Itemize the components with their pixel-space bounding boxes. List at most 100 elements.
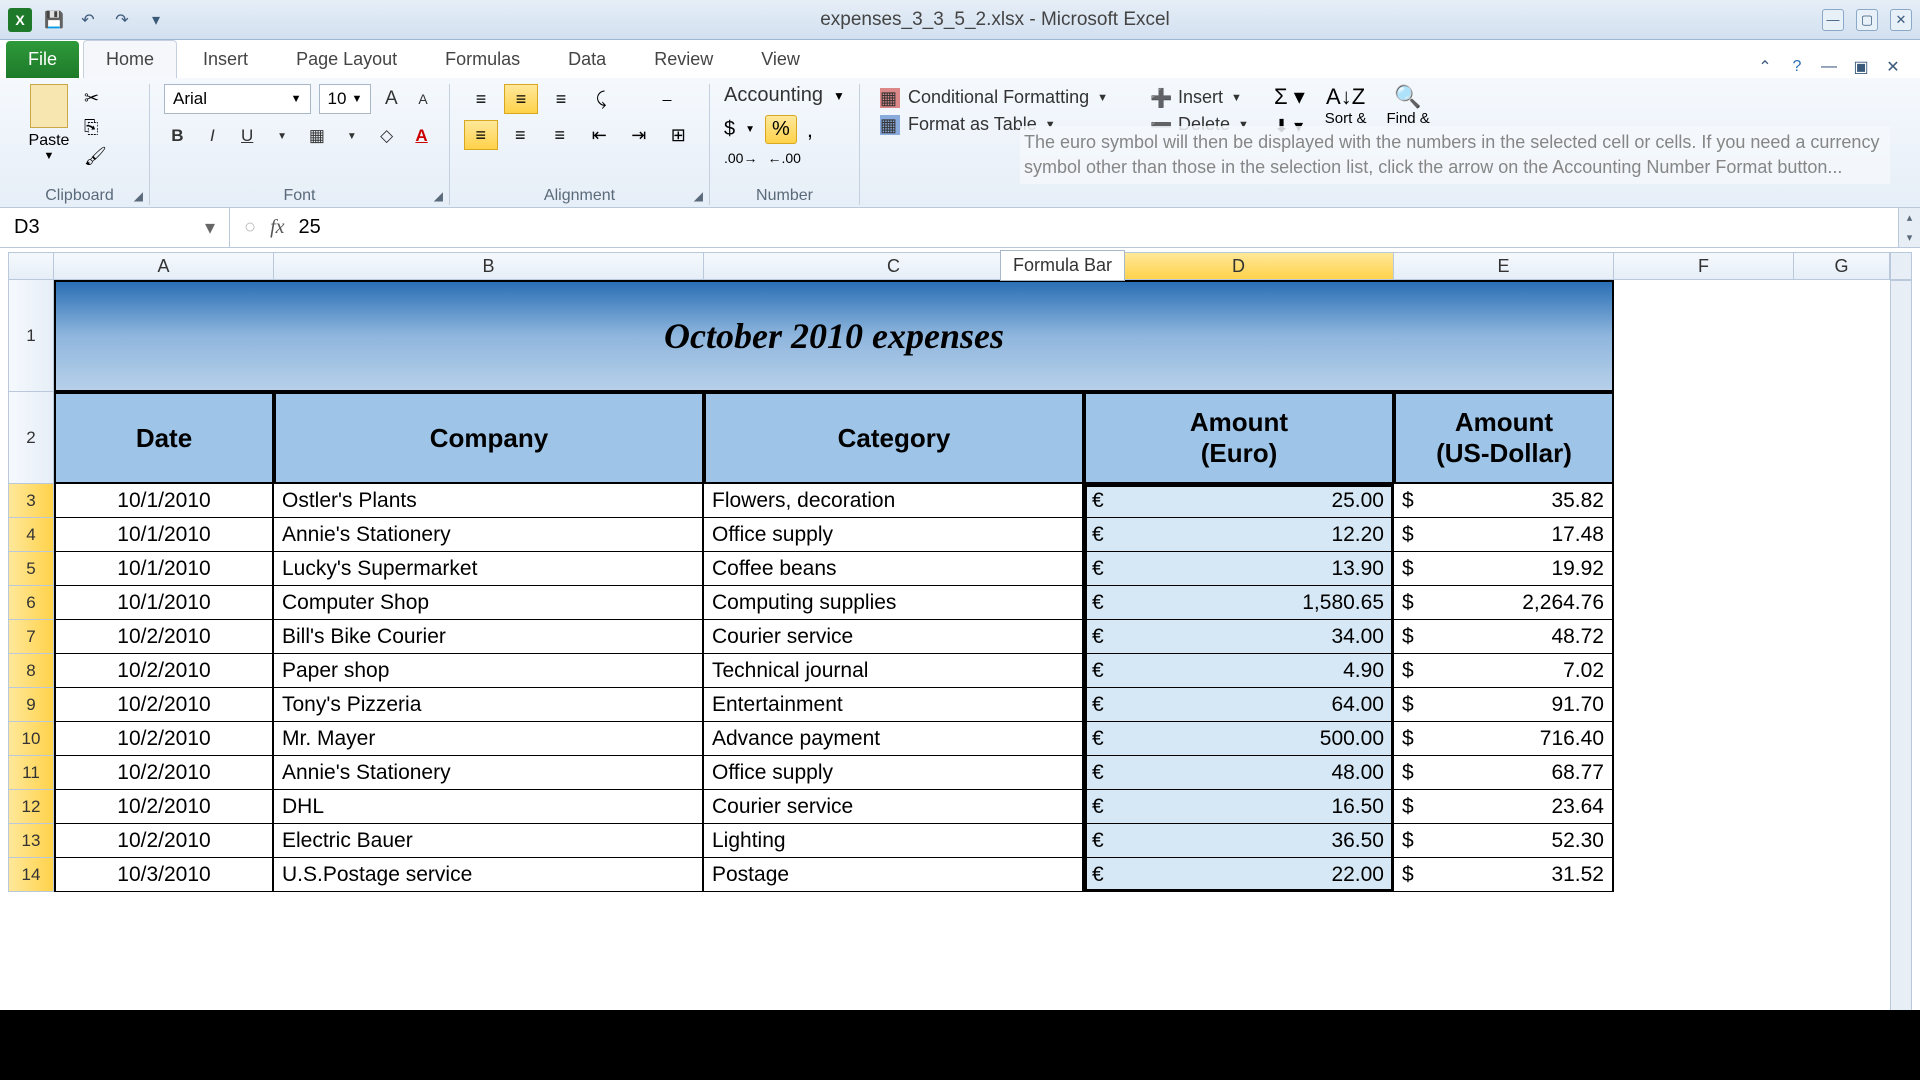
window-min-icon[interactable]: — xyxy=(1818,56,1840,78)
cell-amount-usd[interactable]: $35.82 xyxy=(1394,484,1614,518)
row-header-14[interactable]: 14 xyxy=(8,858,54,892)
tab-formulas[interactable]: Formulas xyxy=(423,41,542,78)
cell-category[interactable]: Advance payment xyxy=(704,722,1084,756)
close-button[interactable]: ✕ xyxy=(1890,9,1912,31)
cell-company[interactable]: Lucky's Supermarket xyxy=(274,552,704,586)
cut-icon[interactable]: ✂ xyxy=(84,88,107,109)
column-header-A[interactable]: A xyxy=(54,252,274,280)
wrap-text-icon[interactable]: ⎯ xyxy=(650,84,684,114)
cell-company[interactable]: Bill's Bike Courier xyxy=(274,620,704,654)
cell-category[interactable]: Office supply xyxy=(704,518,1084,552)
underline-button[interactable]: U xyxy=(234,122,261,150)
align-middle-icon[interactable]: ≡ xyxy=(504,84,538,114)
cell-category[interactable]: Postage xyxy=(704,858,1084,892)
cell-date[interactable]: 10/1/2010 xyxy=(54,518,274,552)
cell-amount-usd[interactable]: $716.40 xyxy=(1394,722,1614,756)
maximize-button[interactable]: ▢ xyxy=(1856,9,1878,31)
copy-icon[interactable]: ⎘ xyxy=(84,117,107,138)
bold-button[interactable]: B xyxy=(164,122,191,150)
row-header-13[interactable]: 13 xyxy=(8,824,54,858)
font-size-combo[interactable]: 10▼ xyxy=(319,84,372,114)
row-header-10[interactable]: 10 xyxy=(8,722,54,756)
align-bottom-icon[interactable]: ≡ xyxy=(544,84,578,114)
cell-date[interactable]: 10/1/2010 xyxy=(54,552,274,586)
cell-date[interactable]: 10/3/2010 xyxy=(54,858,274,892)
cell-company[interactable]: Annie's Stationery xyxy=(274,518,704,552)
percent-icon[interactable]: % xyxy=(765,115,797,144)
cell-category[interactable]: Courier service xyxy=(704,790,1084,824)
clipboard-dialog-icon[interactable]: ◢ xyxy=(134,189,143,203)
cell-amount-euro[interactable]: €64.00 xyxy=(1084,688,1394,722)
cell-amount-usd[interactable]: $2,264.76 xyxy=(1394,586,1614,620)
chevron-down-icon[interactable]: ▼ xyxy=(833,89,845,103)
column-header-B[interactable]: B xyxy=(274,252,704,280)
row-header-4[interactable]: 4 xyxy=(8,518,54,552)
cell-amount-euro[interactable]: €36.50 xyxy=(1084,824,1394,858)
tab-data[interactable]: Data xyxy=(546,41,628,78)
cell-date[interactable]: 10/2/2010 xyxy=(54,824,274,858)
tab-view[interactable]: View xyxy=(739,41,822,78)
cell-amount-euro[interactable]: €1,580.65 xyxy=(1084,586,1394,620)
fx-icon[interactable]: fx xyxy=(270,216,284,239)
cell-amount-usd[interactable]: $19.92 xyxy=(1394,552,1614,586)
formula-bar-expand[interactable]: ▴▾ xyxy=(1898,208,1920,247)
help-icon[interactable]: ? xyxy=(1786,56,1808,78)
fill-color-icon[interactable]: ◇ xyxy=(373,122,400,150)
cell-amount-usd[interactable]: $52.30 xyxy=(1394,824,1614,858)
format-painter-icon[interactable]: 🖌 xyxy=(84,146,107,167)
cell-date[interactable]: 10/1/2010 xyxy=(54,586,274,620)
align-left-icon[interactable]: ≡ xyxy=(464,120,498,150)
orientation-icon[interactable]: ⤹ xyxy=(584,84,618,114)
cell-amount-euro[interactable]: €16.50 xyxy=(1084,790,1394,824)
font-color-icon[interactable]: A xyxy=(408,122,435,150)
vertical-scrollbar[interactable] xyxy=(1890,252,1912,280)
header-date[interactable]: Date xyxy=(54,392,274,484)
cell-company[interactable]: DHL xyxy=(274,790,704,824)
cell-company[interactable]: Paper shop xyxy=(274,654,704,688)
cell-amount-usd[interactable]: $7.02 xyxy=(1394,654,1614,688)
cell-amount-usd[interactable]: $68.77 xyxy=(1394,756,1614,790)
accounting-format-icon[interactable]: $ xyxy=(724,118,735,141)
cell-amount-euro[interactable]: €12.20 xyxy=(1084,518,1394,552)
row-header-6[interactable]: 6 xyxy=(8,586,54,620)
row-header-1[interactable]: 1 xyxy=(8,280,54,392)
tab-home[interactable]: Home xyxy=(83,40,177,78)
cell-company[interactable]: Ostler's Plants xyxy=(274,484,704,518)
redo-icon[interactable]: ↷ xyxy=(110,8,134,32)
cell-category[interactable]: Courier service xyxy=(704,620,1084,654)
cell-category[interactable]: Office supply xyxy=(704,756,1084,790)
column-header-G[interactable]: G xyxy=(1794,252,1890,280)
cell-amount-euro[interactable]: €34.00 xyxy=(1084,620,1394,654)
cell-amount-usd[interactable]: $31.52 xyxy=(1394,858,1614,892)
header-amount-euro[interactable]: Amount (Euro) xyxy=(1084,392,1394,484)
select-all-corner[interactable] xyxy=(8,252,54,280)
cell-category[interactable]: Technical journal xyxy=(704,654,1084,688)
increase-indent-icon[interactable]: ⇥ xyxy=(622,120,656,150)
cell-date[interactable]: 10/2/2010 xyxy=(54,654,274,688)
cell-date[interactable]: 10/2/2010 xyxy=(54,756,274,790)
chevron-down-icon[interactable]: ▼ xyxy=(44,150,55,162)
align-center-icon[interactable]: ≡ xyxy=(504,120,538,150)
minimize-button[interactable]: — xyxy=(1822,9,1844,31)
header-amount-usd[interactable]: Amount (US-Dollar) xyxy=(1394,392,1614,484)
row-header-8[interactable]: 8 xyxy=(8,654,54,688)
increase-decimal-icon[interactable]: .00→ xyxy=(724,150,757,166)
save-icon[interactable]: 💾 xyxy=(42,8,66,32)
alignment-dialog-icon[interactable]: ◢ xyxy=(694,189,703,203)
cell-category[interactable]: Coffee beans xyxy=(704,552,1084,586)
insert-cells-button[interactable]: ➕Insert▼ xyxy=(1144,84,1246,111)
qat-dropdown-icon[interactable]: ▾ xyxy=(144,8,168,32)
paste-button[interactable]: Paste ▼ xyxy=(24,84,74,167)
row-header-7[interactable]: 7 xyxy=(8,620,54,654)
chevron-down-icon[interactable]: ▼ xyxy=(338,122,365,150)
shrink-font-icon[interactable]: A xyxy=(411,85,435,113)
row-header-5[interactable]: 5 xyxy=(8,552,54,586)
conditional-formatting-button[interactable]: ▦Conditional Formatting▼ xyxy=(874,84,1116,111)
cell-date[interactable]: 10/2/2010 xyxy=(54,790,274,824)
font-name-combo[interactable]: Arial▼ xyxy=(164,84,311,114)
font-dialog-icon[interactable]: ◢ xyxy=(434,189,443,203)
row-header-11[interactable]: 11 xyxy=(8,756,54,790)
cancel-formula-icon[interactable]: ○ xyxy=(244,216,256,239)
cell-company[interactable]: Annie's Stationery xyxy=(274,756,704,790)
align-top-icon[interactable]: ≡ xyxy=(464,84,498,114)
